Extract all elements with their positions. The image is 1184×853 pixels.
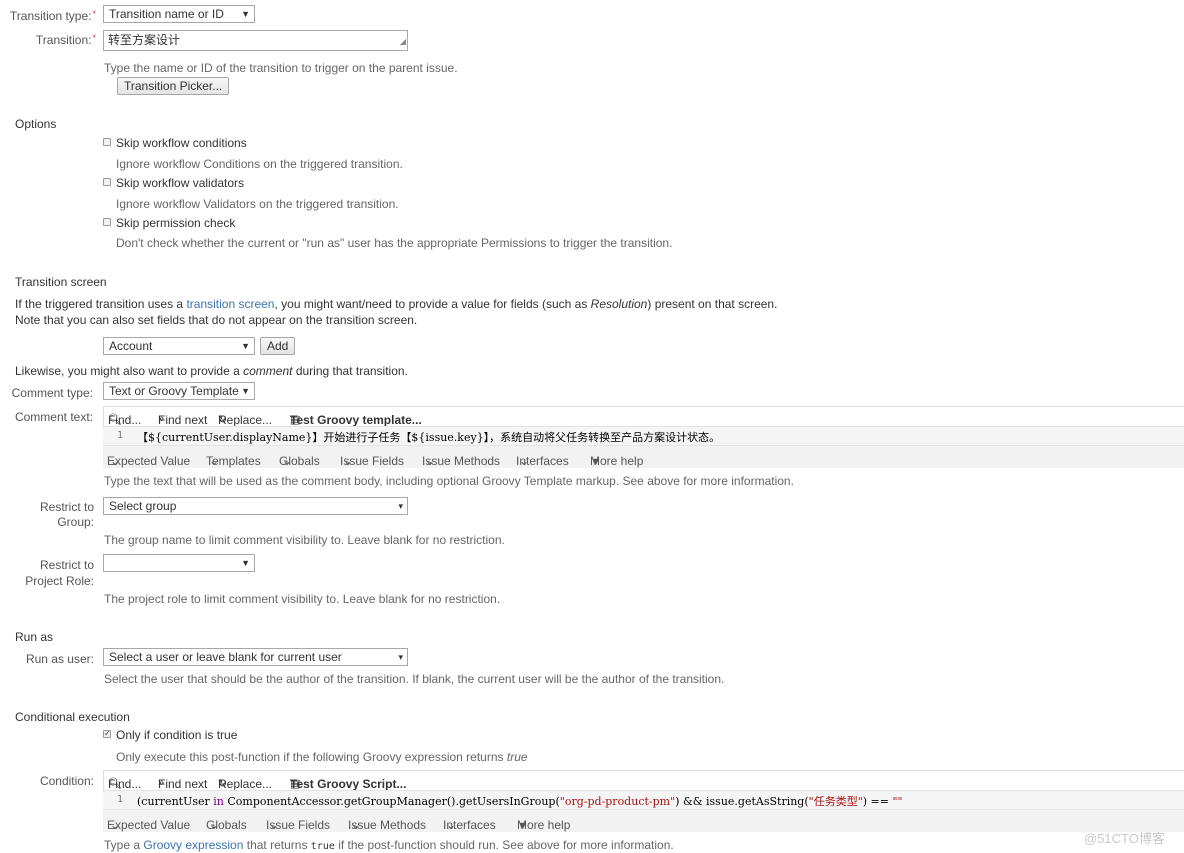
checkmark-icon: ✓ — [104, 729, 111, 738]
comment-help-bar: Expected Value ⌄ Templates ⌄ Globals ⌄ Issu… — [103, 446, 1184, 468]
chevron-down-icon: ▼ — [241, 341, 250, 351]
conditional-heading: Conditional execution — [15, 710, 130, 724]
comment-type-label: Comment type: — [11, 386, 93, 400]
transition-screen-link[interactable]: transition screen — [186, 297, 274, 311]
chevron-down-icon: ⌄ — [269, 818, 280, 832]
transition-label: Transition:* — [35, 33, 96, 47]
transition-type-value: Transition name or ID — [109, 7, 224, 21]
skip-validators-checkbox[interactable] — [103, 178, 111, 186]
conditional-description: Only execute this post-function if the f… — [116, 750, 528, 764]
skip-conditions-checkbox[interactable] — [103, 138, 111, 146]
transition-screen-heading: Transition screen — [15, 275, 107, 289]
caret-down-icon: ▾ — [520, 818, 527, 832]
skip-permission-description: Don't check whether the current or "run … — [116, 236, 673, 250]
condition-code[interactable]: (currentUser in ComponentAccessor.getGro… — [137, 793, 903, 809]
transition-screen-line-2: Note that you can also set fields that d… — [15, 313, 418, 327]
run-as-label: Run as user: — [25, 652, 94, 666]
field-select-value: Account — [109, 339, 153, 353]
comment-text-description: Type the text that will be used as the c… — [104, 474, 794, 488]
transition-description: Type the name or ID of the transition to… — [104, 61, 458, 75]
condition-editor-toolbar: 🔍︎ Find... » Find next ↻ Replace... ▤ Test G… — [103, 770, 1184, 791]
transition-type-label: Transition type:* — [9, 9, 96, 23]
comment-intro: Likewise, you might also want to provide… — [15, 364, 408, 378]
transition-picker-button[interactable]: Transition Picker... — [117, 77, 230, 95]
chevron-down-icon: ⌄ — [110, 818, 121, 832]
chevron-down-icon: ⌄ — [425, 454, 436, 468]
caret-down-icon: ▾ — [398, 652, 403, 662]
comment-text-label: Comment text: — [14, 410, 93, 424]
restrict-group-select[interactable]: Select group ▾ — [103, 497, 408, 515]
only-if-condition-label: Only if condition is true — [116, 728, 238, 742]
chevron-down-icon: ⌄ — [343, 454, 354, 468]
chevron-down-icon: ⌄ — [209, 818, 220, 832]
chevron-down-icon: ▼ — [241, 558, 250, 568]
line-number: 1 — [117, 794, 124, 805]
watermark: @51CTO博客 — [1084, 831, 1165, 846]
chevron-down-icon: ⌄ — [519, 454, 530, 468]
chevron-down-icon: ▼ — [241, 9, 250, 19]
condition-description: Type a Groovy expression that returns tr… — [104, 838, 674, 852]
comment-type-value: Text or Groovy Template — [109, 384, 239, 398]
skip-conditions-description: Ignore workflow Conditions on the trigge… — [116, 157, 403, 171]
comment-type-select[interactable]: Text or Groovy Template ▼ — [103, 382, 255, 400]
run-as-heading: Run as — [15, 630, 54, 644]
skip-validators-label: Skip workflow validators — [116, 176, 245, 190]
comment-editor-toolbar: 🔍︎ Find... » Find next ↻ Replace... ▤ Test G… — [103, 406, 1184, 427]
chevron-down-icon: ⌄ — [446, 818, 457, 832]
line-number: 1 — [117, 430, 124, 441]
run-as-user-select[interactable]: Select a user or leave blank for current… — [103, 648, 408, 666]
restrict-role-label-1: Restrict to — [39, 558, 94, 572]
transition-screen-line-1: If the triggered transition uses a trans… — [15, 297, 778, 311]
add-field-button[interactable]: Add — [260, 337, 296, 355]
chevron-down-icon: ⌄ — [209, 454, 220, 468]
run-as-placeholder: Select a user or leave blank for current… — [109, 650, 342, 664]
comment-code-line[interactable]: 1 【${currentUser.displayName}】开始进行子任务【${… — [103, 426, 1184, 446]
field-select[interactable]: Account ▼ — [103, 337, 255, 355]
restrict-group-placeholder: Select group — [109, 499, 177, 513]
chevron-down-icon: ▼ — [241, 386, 250, 396]
restrict-role-select[interactable]: ▼ — [103, 554, 255, 572]
skip-validators-description: Ignore workflow Validators on the trigge… — [116, 197, 399, 211]
restrict-role-description: The project role to limit comment visibi… — [104, 592, 501, 606]
caret-down-icon: ▾ — [593, 454, 600, 468]
transition-type-select[interactable]: Transition name or ID ▼ — [103, 5, 255, 23]
post-function-form: { "transition_type": { "label": "Transit… — [0, 0, 1184, 853]
groovy-expression-link[interactable]: Groovy expression — [143, 838, 243, 852]
options-heading: Options — [15, 117, 57, 131]
restrict-role-label-2: Project Role: — [25, 574, 94, 588]
comment-code[interactable]: 【${currentUser.displayName}】开始进行子任务【${is… — [137, 429, 720, 445]
condition-label: Condition: — [39, 774, 94, 788]
resize-grip-icon[interactable]: ◢ — [400, 34, 406, 50]
chevron-down-icon: ⌄ — [110, 454, 121, 468]
condition-editor: 🔍︎ Find... » Find next ↻ Replace... ▤ Test G… — [103, 770, 1184, 832]
skip-permission-checkbox[interactable] — [103, 218, 111, 226]
condition-help-bar: Expected Value ⌄ Globals ⌄ Issue Fields ⌄ I… — [103, 810, 1184, 832]
run-as-description: Select the user that should be the autho… — [104, 672, 725, 686]
skip-conditions-label: Skip workflow conditions — [116, 136, 247, 150]
chevron-down-icon: ⌄ — [351, 818, 362, 832]
transition-input[interactable]: 转至方案设计 ◢ — [103, 30, 408, 51]
comment-text-editor: 🔍︎ Find... » Find next ↻ Replace... ▤ Test G… — [103, 406, 1184, 468]
condition-code-line[interactable]: 1 (currentUser in ComponentAccessor.getG… — [103, 790, 1184, 810]
caret-down-icon: ▾ — [398, 501, 403, 511]
chevron-down-icon: ⌄ — [282, 454, 293, 468]
skip-permission-label: Skip permission check — [116, 216, 236, 230]
restrict-group-label-1: Restrict to — [39, 500, 94, 514]
restrict-group-description: The group name to limit comment visibili… — [104, 533, 505, 547]
restrict-group-label-2: Group: — [57, 515, 94, 529]
transition-value: 转至方案设计 — [108, 33, 181, 47]
only-if-condition-checkbox[interactable]: ✓ — [103, 730, 111, 738]
